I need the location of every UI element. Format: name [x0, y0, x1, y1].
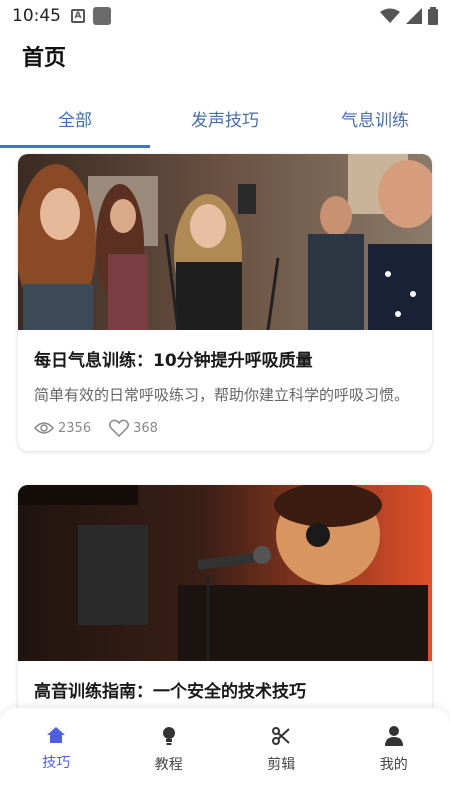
signal-icon: [406, 8, 422, 24]
article-stats: 2356 368: [34, 419, 420, 437]
page-title: 首页: [22, 46, 67, 71]
home-icon: [47, 727, 66, 743]
notification-square-icon: [93, 7, 111, 25]
article-feed: 每日气息训练：10分钟提升呼吸质量 简单有效的日常呼吸练习，帮助你建立科学的呼吸…: [18, 154, 432, 762]
tab-all[interactable]: 全部: [0, 96, 150, 148]
battery-icon: [428, 7, 438, 25]
person-icon: [384, 726, 403, 746]
likes-count: 368: [133, 420, 158, 436]
likes-stat[interactable]: 368: [109, 419, 158, 437]
nav-editing-label: 剪辑: [267, 757, 296, 773]
app-notification-icon: A: [71, 9, 85, 23]
scissors-icon: [272, 727, 290, 745]
nav-editing[interactable]: 剪辑: [225, 708, 338, 800]
nav-tutorials-label: 教程: [154, 757, 183, 773]
eye-icon: [34, 422, 54, 434]
views-stat: 2356: [34, 421, 91, 436]
male-singer-microphone-photo: [18, 485, 432, 661]
nav-tips[interactable]: 技巧: [0, 708, 113, 800]
choir-singing-illustration: [18, 154, 432, 330]
male-singer-illustration: [18, 485, 432, 661]
tab-breath-training[interactable]: 气息训练: [300, 96, 450, 148]
heart-icon: [109, 419, 130, 437]
nav-tutorials[interactable]: 教程: [113, 708, 226, 800]
tab-vocal-technique[interactable]: 发声技巧: [150, 96, 300, 148]
status-right-icons: [380, 7, 438, 25]
views-count: 2356: [58, 420, 92, 436]
choir-singing-photo: [18, 154, 432, 330]
article-title: 高音训练指南：一个安全的技术技巧: [34, 682, 306, 702]
nav-profile[interactable]: 我的: [338, 708, 450, 800]
nav-profile-label: 我的: [379, 757, 408, 773]
wifi-icon: [380, 8, 400, 23]
article-card[interactable]: 高音训练指南：一个安全的技术技巧: [18, 485, 432, 728]
category-tabs: 全部 发声技巧 气息训练: [0, 96, 450, 148]
bottom-navigation: 技巧 教程 剪辑 我的: [0, 708, 450, 800]
article-card[interactable]: 每日气息训练：10分钟提升呼吸质量 简单有效的日常呼吸练习，帮助你建立科学的呼吸…: [18, 154, 432, 451]
article-title: 每日气息训练：10分钟提升呼吸质量: [34, 351, 313, 371]
nav-tips-label: 技巧: [42, 755, 71, 771]
article-description: 简单有效的日常呼吸练习，帮助你建立科学的呼吸习惯。: [34, 386, 410, 404]
status-bar: 10:45 A: [0, 0, 450, 32]
status-time: 10:45: [12, 6, 61, 26]
lightbulb-icon: [162, 727, 175, 745]
